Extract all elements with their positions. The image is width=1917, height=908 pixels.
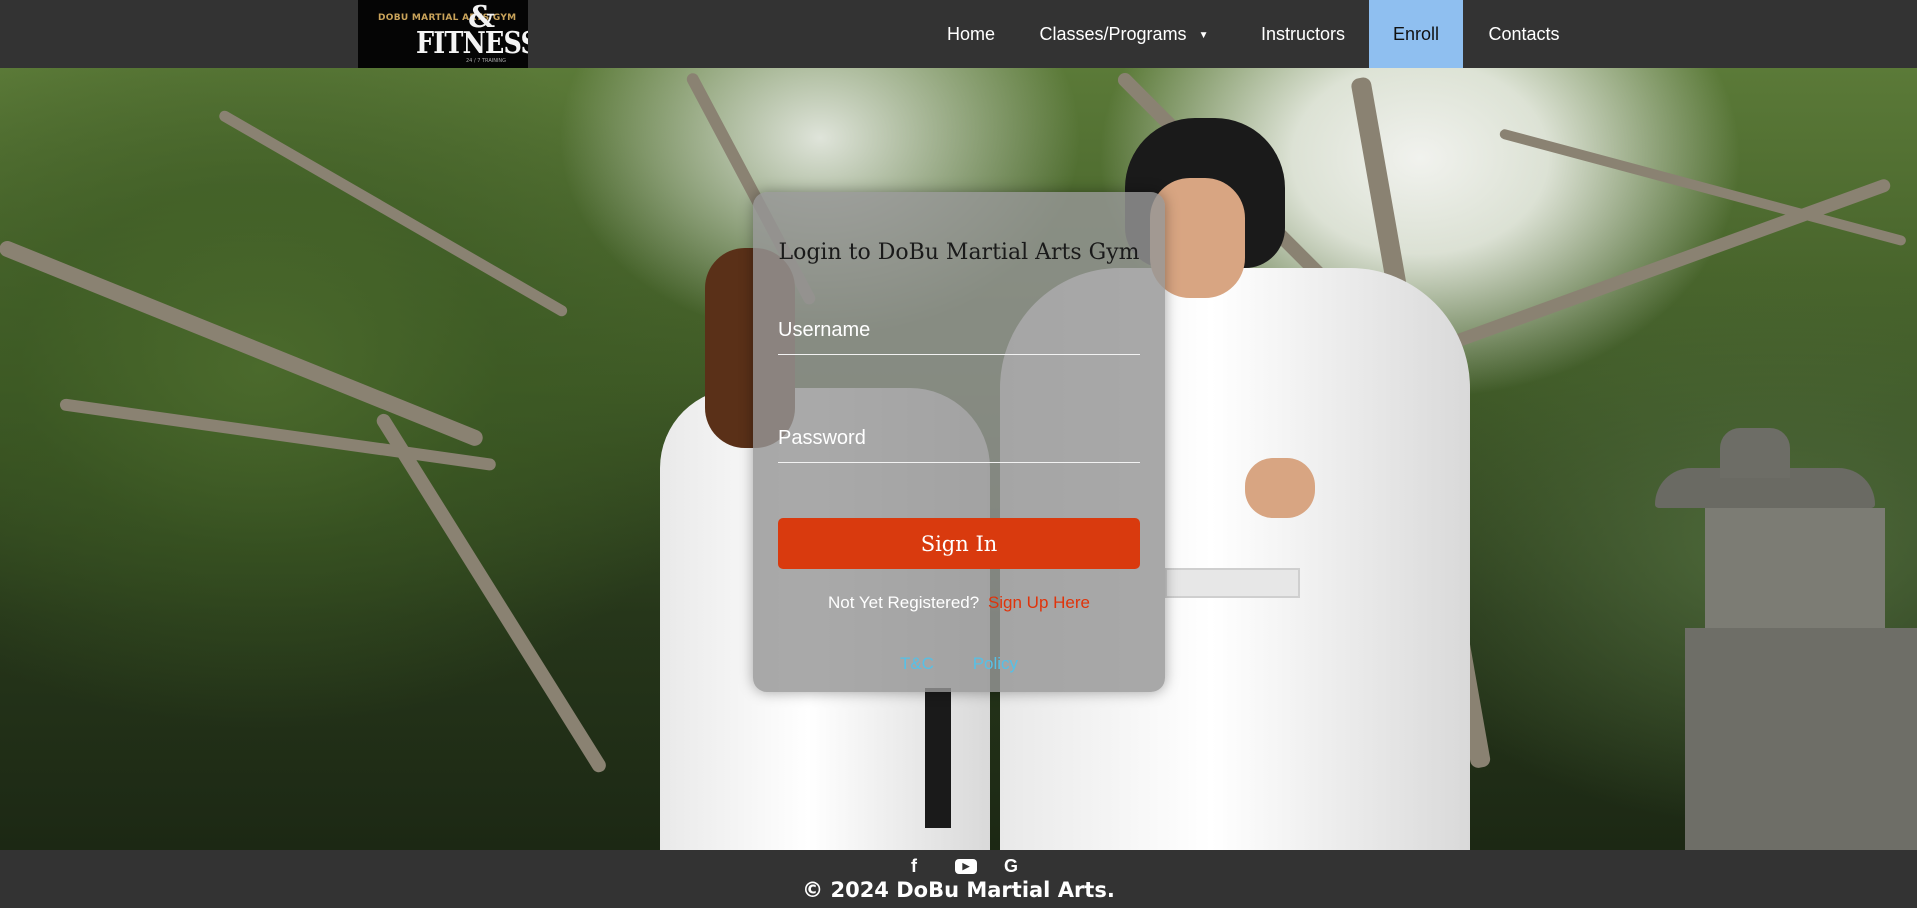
username-field: [778, 307, 1140, 355]
nav-item-enroll[interactable]: Enroll: [1369, 0, 1463, 68]
nav-item-instructors[interactable]: Instructors: [1247, 0, 1359, 68]
tree-branch: [0, 238, 486, 449]
policy-link[interactable]: Policy: [973, 654, 1018, 673]
tree-branch: [1417, 177, 1893, 361]
stone-lantern-body: [1705, 508, 1885, 628]
register-prompt-text: Not Yet Registered?: [827, 593, 980, 612]
facebook-icon[interactable]: f: [911, 854, 917, 878]
password-field: [778, 415, 1140, 463]
navbar: DOBU MARTIAL ARTS GYM & FITNESS 24 / 7 T…: [0, 0, 1917, 68]
stone-lantern-base: [1685, 628, 1917, 850]
tree-branch: [217, 108, 570, 319]
sign-in-button[interactable]: Sign In: [778, 518, 1140, 569]
register-prompt-row: Not Yet Registered? Sign Up Here: [753, 593, 1165, 613]
login-title: Login to DoBu Martial Arts Gym: [778, 240, 1140, 265]
martial-artist-fist: [1245, 458, 1315, 518]
footer: f ▶ G © 2024 DoBu Martial Arts.: [0, 850, 1917, 908]
google-icon[interactable]: G: [1004, 854, 1018, 878]
social-links: f ▶ G: [0, 854, 1917, 878]
nav-item-classes-programs[interactable]: Classes/Programs ▼: [1023, 0, 1225, 68]
login-card: Login to DoBu Martial Arts Gym Sign In N…: [753, 192, 1165, 692]
nav-item-contacts[interactable]: Contacts: [1477, 0, 1571, 68]
white-belt: [1165, 568, 1300, 598]
nav-item-label: Contacts: [1488, 24, 1560, 44]
password-input[interactable]: [778, 415, 1140, 462]
copyright-text: © 2024 DoBu Martial Arts.: [802, 878, 1115, 902]
tree-branch: [59, 398, 497, 472]
nav-item-label: Instructors: [1260, 24, 1346, 44]
dropdown-caret-icon: ▼: [1198, 30, 1209, 41]
youtube-icon[interactable]: ▶: [955, 859, 977, 874]
username-input[interactable]: [778, 307, 1140, 354]
nav-item-label: Home: [946, 24, 995, 44]
nav-item-home[interactable]: Home: [924, 0, 1018, 68]
legal-links: T&C Policy: [753, 654, 1165, 674]
black-belt: [925, 688, 951, 828]
terms-link[interactable]: T&C: [900, 654, 934, 673]
stone-lantern-top: [1720, 428, 1790, 478]
nav-item-label: Classes/Programs: [1039, 24, 1187, 44]
main-nav: Home Classes/Programs ▼ Instructors Enrol…: [0, 0, 1917, 68]
nav-item-label: Enroll: [1392, 24, 1440, 44]
tree-branch: [1498, 128, 1907, 247]
sign-up-link[interactable]: Sign Up Here: [988, 593, 1090, 612]
